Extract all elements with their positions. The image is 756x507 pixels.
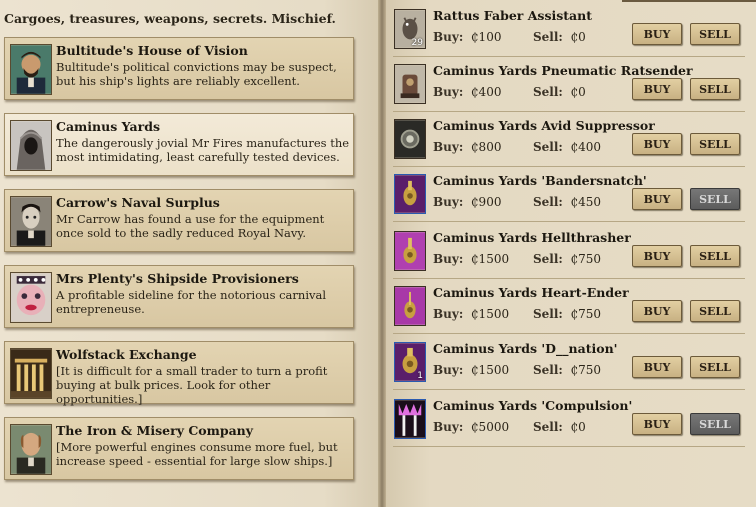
ratsender-icon [394, 64, 426, 104]
shop-description: Mr Carrow has found a use for the equipm… [56, 212, 325, 240]
shop-card-carrow[interactable]: Carrow's Naval Surplus Mr Carrow has fou… [4, 189, 354, 252]
shop-name: Mrs Plenty's Shipside Provisioners [56, 271, 299, 286]
sell-button-disabled[interactable]: SELL [690, 413, 740, 435]
sell-button-disabled[interactable]: SELL [690, 188, 740, 210]
sell-price: Sell: ₵750 [533, 252, 602, 266]
buy-button[interactable]: BUY [632, 245, 682, 267]
clown-woman-portrait [10, 272, 52, 323]
item-row-damnation: 1 Caminus Yards 'D__nation' Buy: ₵1500 S… [393, 335, 745, 390]
item-quantity: 1 [417, 371, 423, 381]
buy-button[interactable]: BUY [632, 300, 682, 322]
buy-price: Buy: ₵800 [433, 140, 502, 154]
item-name: Caminus Yards 'D__nation' [433, 341, 618, 356]
sell-price: Sell: ₵450 [533, 195, 602, 209]
item-name: Caminus Yards 'Bandersnatch' [433, 173, 647, 188]
shop-name: Carrow's Naval Surplus [56, 195, 220, 210]
buy-price: Buy: ₵1500 [433, 363, 510, 377]
item-name: Caminus Yards Hellthrasher [433, 230, 631, 245]
item-name: Caminus Yards Pneumatic Ratsender [433, 63, 693, 78]
book-spine [378, 0, 386, 507]
exchange-building-portrait [10, 348, 52, 399]
shop-description: Bultitude's political convictions may be… [56, 60, 337, 88]
buy-button[interactable]: BUY [632, 356, 682, 378]
sell-price: Sell: ₵0 [533, 30, 586, 44]
sell-button[interactable]: SELL [690, 78, 740, 100]
buy-button[interactable]: BUY [632, 78, 682, 100]
sell-button[interactable]: SELL [690, 356, 740, 378]
shop-card-wolfstack[interactable]: Wolfstack Exchange [It is difficult for … [4, 341, 354, 406]
shop-description: [It is difficult for a small trader to t… [56, 364, 328, 406]
shop-name: Wolfstack Exchange [56, 347, 197, 362]
item-row-heart-ender: Caminus Yards Heart-Ender Buy: ₵1500 Sel… [393, 279, 745, 334]
shop-description: [More powerful engines consume more fuel… [56, 440, 338, 468]
buy-button[interactable]: BUY [632, 188, 682, 210]
sell-button[interactable]: SELL [690, 245, 740, 267]
shop-description: A profitable sideline for the notorious … [56, 288, 327, 316]
buy-price: Buy: ₵100 [433, 30, 502, 44]
sell-price: Sell: ₵400 [533, 140, 602, 154]
hellthrasher-icon [394, 231, 426, 271]
item-name: Caminus Yards Heart-Ender [433, 285, 629, 300]
sell-price: Sell: ₵0 [533, 85, 586, 99]
buy-price: Buy: ₵900 [433, 195, 502, 209]
pale-man-portrait [10, 196, 52, 247]
shop-name: Bultitude's House of Vision [56, 43, 248, 58]
bandersnatch-icon [394, 174, 426, 214]
buy-price: Buy: ₵1500 [433, 252, 510, 266]
item-name: Rattus Faber Assistant [433, 8, 593, 23]
sell-price: Sell: ₵750 [533, 307, 602, 321]
rat-assistant-icon: 29 [394, 9, 426, 49]
sell-button[interactable]: SELL [690, 133, 740, 155]
shop-card-iron-misery[interactable]: The Iron & Misery Company [More powerful… [4, 417, 354, 480]
suppressor-icon [394, 119, 426, 159]
buy-button[interactable]: BUY [632, 413, 682, 435]
balding-man-portrait [10, 424, 52, 475]
damnation-icon: 1 [394, 342, 426, 382]
buy-button[interactable]: BUY [632, 23, 682, 45]
item-name: Caminus Yards 'Compulsion' [433, 398, 633, 413]
item-name: Caminus Yards Avid Suppressor [433, 118, 655, 133]
sell-button[interactable]: SELL [690, 23, 740, 45]
sell-price: Sell: ₵0 [533, 420, 586, 434]
shop-tagline: Cargoes, treasures, weapons, secrets. Mi… [4, 11, 336, 26]
item-quantity: 29 [411, 38, 423, 48]
buy-price: Buy: ₵1500 [433, 307, 510, 321]
item-row-avid-suppressor: Caminus Yards Avid Suppressor Buy: ₵800 … [393, 112, 745, 167]
buy-button[interactable]: BUY [632, 133, 682, 155]
item-row-compulsion: Caminus Yards 'Compulsion' Buy: ₵5000 Se… [393, 392, 745, 447]
item-row-pneumatic-ratsender: Caminus Yards Pneumatic Ratsender Buy: ₵… [393, 57, 745, 112]
shop-card-caminus[interactable]: Caminus Yards The dangerously jovial Mr … [4, 113, 354, 176]
shop-description: The dangerously jovial Mr Fires manufact… [56, 136, 350, 164]
item-row-hellthrasher: Caminus Yards Hellthrasher Buy: ₵1500 Se… [393, 224, 745, 279]
compulsion-icon [394, 399, 426, 439]
sell-price: Sell: ₵750 [533, 363, 602, 377]
buy-price: Buy: ₵400 [433, 85, 502, 99]
bearded-man-portrait [10, 44, 52, 95]
sell-button[interactable]: SELL [690, 300, 740, 322]
shop-card-bultitude[interactable]: Bultitude's House of Vision Bultitude's … [4, 37, 354, 100]
shop-name: Caminus Yards [56, 119, 161, 134]
item-row-bandersnatch: Caminus Yards 'Bandersnatch' Buy: ₵900 S… [393, 167, 745, 222]
hooded-figure-portrait [10, 120, 52, 171]
item-row-rattus-faber: 29 Rattus Faber Assistant Buy: ₵100 Sell… [393, 2, 745, 57]
buy-price: Buy: ₵5000 [433, 420, 510, 434]
heart-ender-icon [394, 286, 426, 326]
shop-card-mrs-plenty[interactable]: Mrs Plenty's Shipside Provisioners A pro… [4, 265, 354, 328]
shop-name: The Iron & Misery Company [56, 423, 254, 438]
